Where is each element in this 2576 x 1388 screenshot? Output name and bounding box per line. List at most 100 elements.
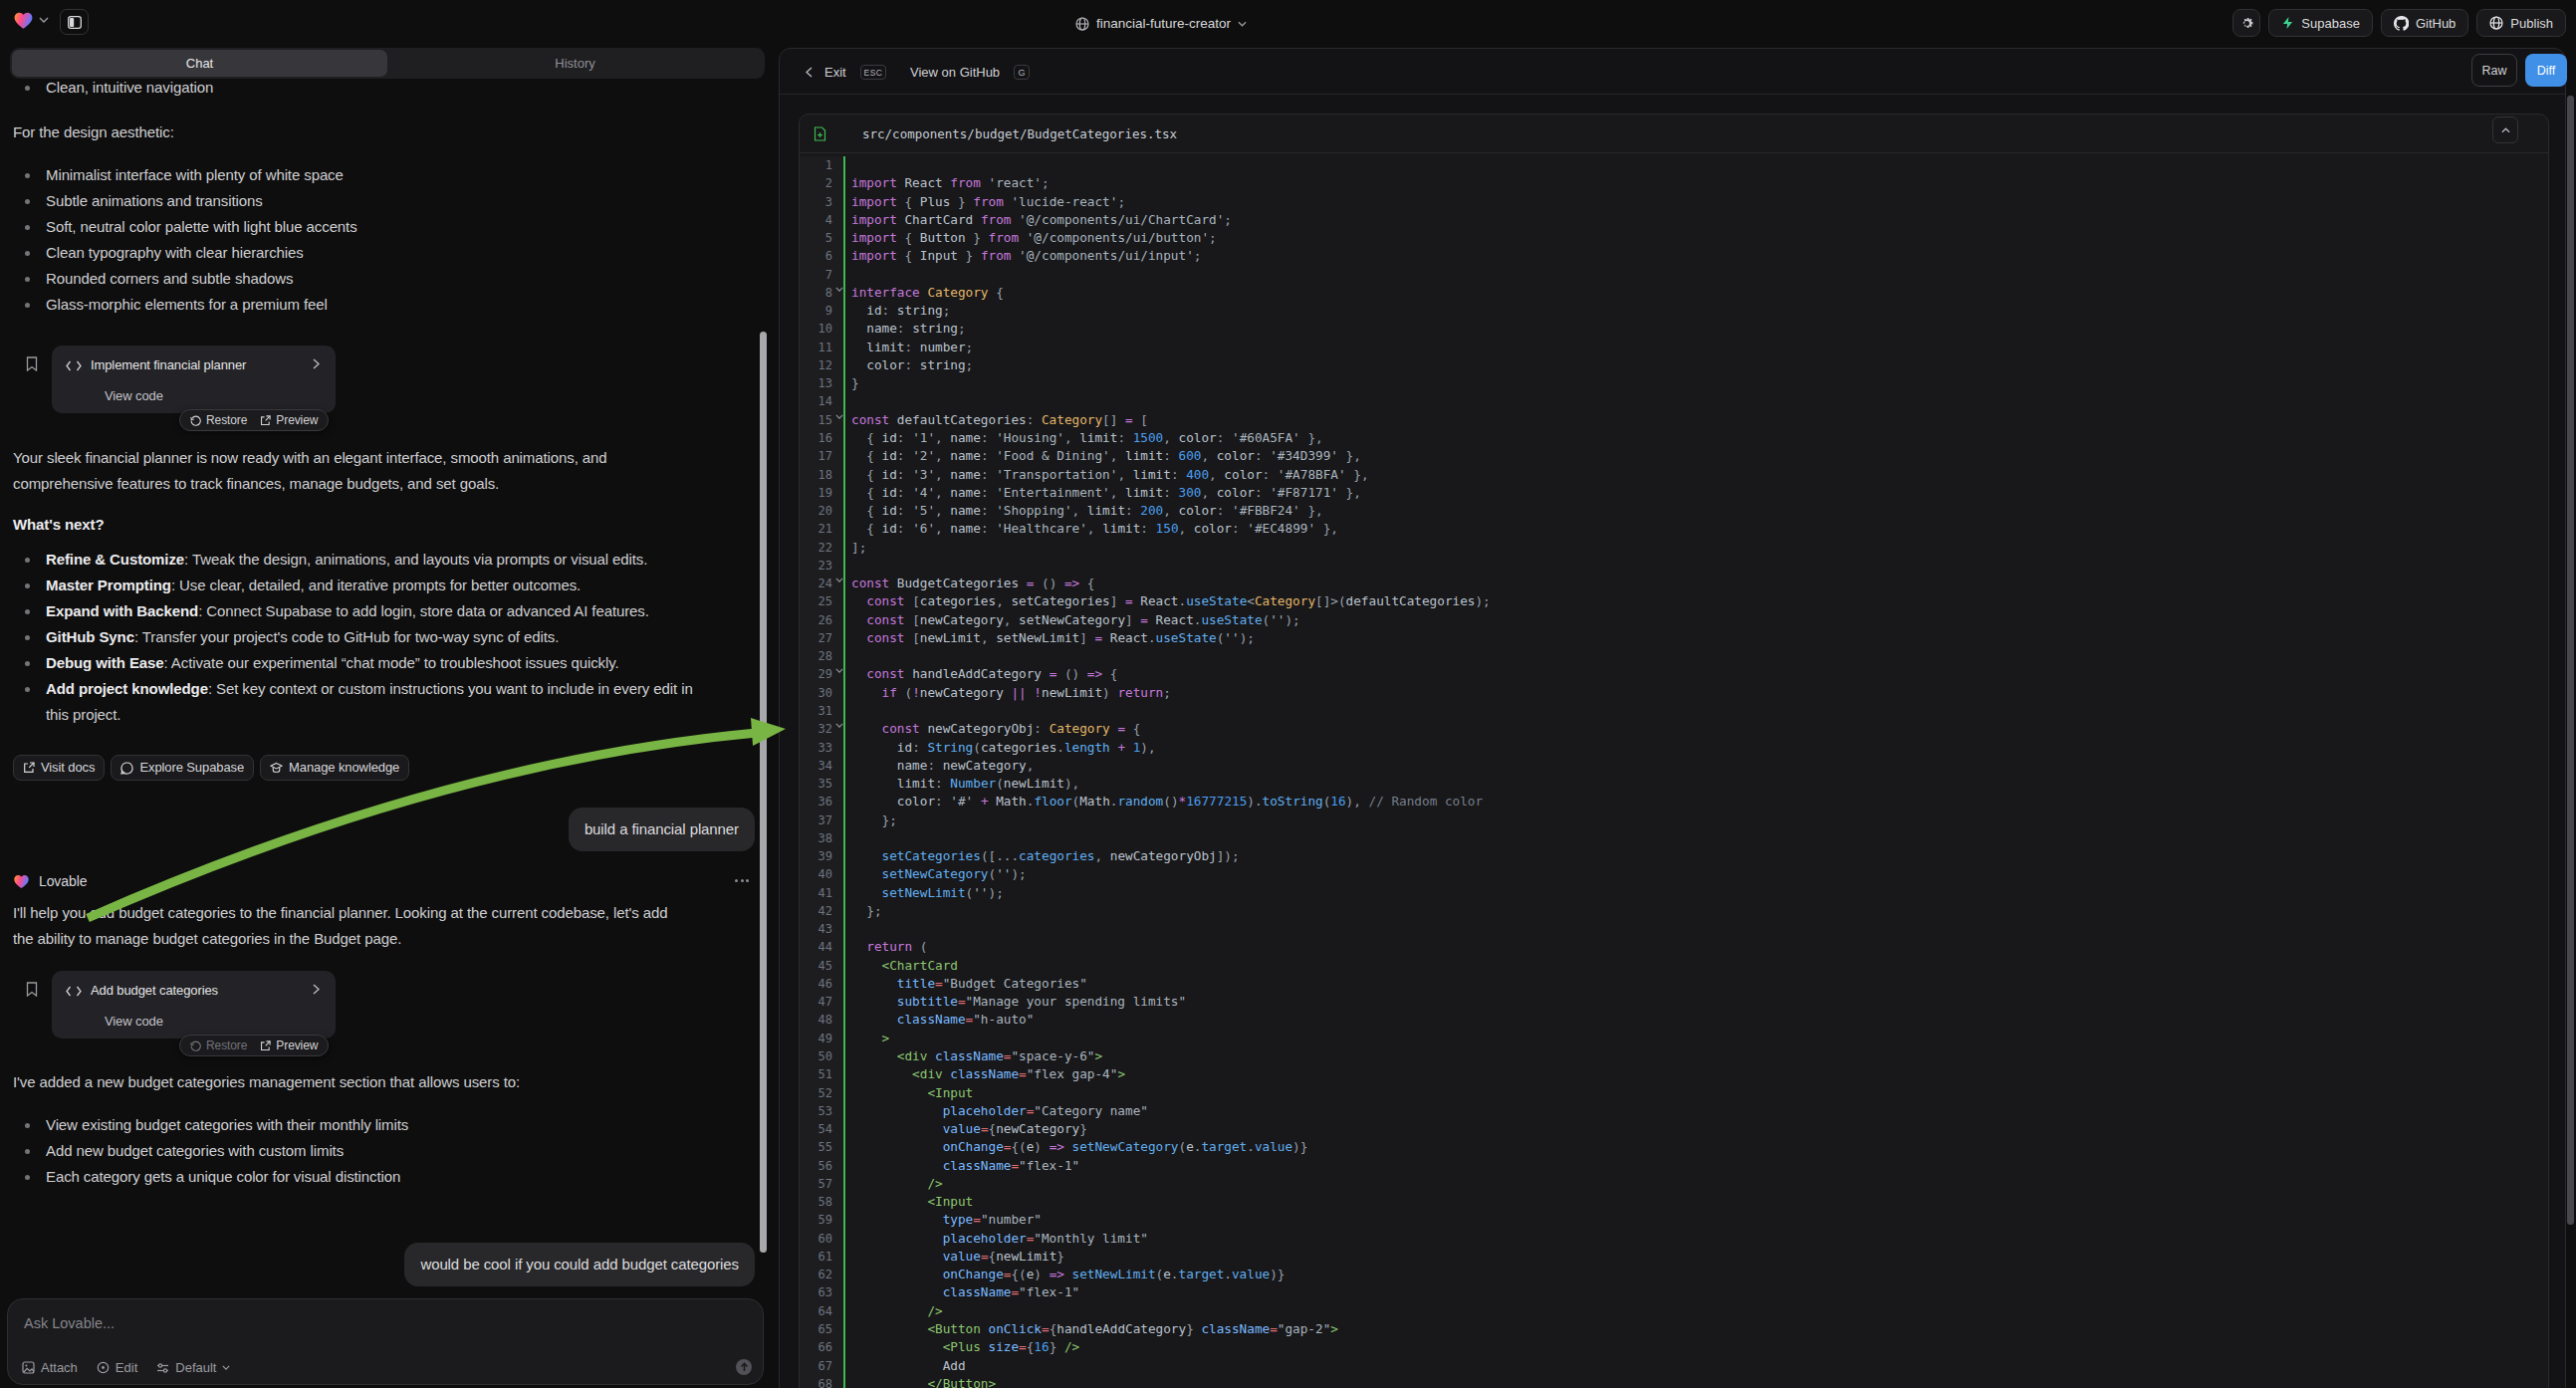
view-on-github-button[interactable]: View on GitHub	[910, 49, 1000, 95]
sidebar-toggle-button[interactable]	[60, 9, 89, 35]
lovable-logo-icon[interactable]	[13, 10, 34, 30]
visit-docs-button[interactable]: Visit docs	[13, 755, 105, 781]
exit-chevron-icon	[806, 49, 813, 95]
restore-button[interactable]: Restore	[190, 407, 247, 433]
restore-preview-pill: Restore Preview	[179, 1035, 329, 1056]
preview-button[interactable]: Preview	[260, 407, 318, 433]
project-switcher[interactable]: financial-future-creator	[1075, 0, 1247, 47]
line-number: 24	[800, 575, 843, 592]
list-item: Subtle animations and transitions	[13, 188, 755, 214]
code-line: 26 const [newCategory, setNewCategory] =…	[800, 611, 2548, 629]
github-icon	[2394, 16, 2409, 31]
line-number: 37	[800, 811, 843, 829]
target-icon	[97, 1361, 110, 1374]
project-title: financial-future-creator	[1096, 16, 1231, 31]
bullet-list: View existing budget categories with the…	[13, 1112, 755, 1190]
bookmark-icon[interactable]	[26, 982, 38, 997]
line-number: 26	[800, 611, 843, 629]
logo-chevron-down-icon[interactable]	[39, 17, 49, 23]
send-button[interactable]	[736, 1359, 752, 1375]
assistant-header: Lovable	[13, 868, 755, 894]
arrow-up-icon	[740, 1362, 749, 1372]
version-card-implement-financial-planner[interactable]: Implement financial planner View code Re…	[52, 346, 336, 413]
line-number: 29	[800, 665, 843, 683]
manage-knowledge-button[interactable]: Manage knowledge	[260, 755, 409, 781]
supabase-icon	[2281, 16, 2294, 30]
gear-icon	[2239, 16, 2254, 31]
line-number: 30	[800, 684, 843, 702]
collapse-file-button[interactable]	[2492, 116, 2518, 143]
line-number: 19	[800, 484, 843, 502]
settings-button[interactable]	[2232, 9, 2260, 37]
file-header-row[interactable]: src/components/budget/BudgetCategories.t…	[800, 115, 2548, 153]
code-line: 40 setNewCategory('');	[800, 865, 2548, 883]
line-number: 63	[800, 1283, 843, 1301]
model-selector[interactable]: Default	[156, 1360, 230, 1375]
fold-chevron-icon	[835, 578, 843, 582]
code-line: 14	[800, 392, 2548, 410]
line-number: 67	[800, 1357, 843, 1375]
line-number: 66	[800, 1338, 843, 1356]
line-number: 4	[800, 211, 843, 229]
bullet-list: Refine & Customize: Tweak the design, an…	[13, 547, 755, 728]
list-item: Glass-morphic elements for a premium fee…	[13, 292, 755, 318]
view-code-link[interactable]: View code	[105, 383, 163, 409]
supabase-button[interactable]: Supabase	[2268, 9, 2373, 37]
code-viewer-header: Exit ESC View on GitHub G Raw Diff	[780, 49, 2565, 95]
restore-button[interactable]: Restore	[190, 1033, 247, 1058]
attach-button[interactable]: Attach	[22, 1360, 78, 1375]
list-item: Master Prompting: Use clear, detailed, a…	[13, 573, 755, 598]
line-number: 42	[800, 902, 843, 920]
exit-button[interactable]: Exit	[824, 49, 846, 95]
code-line: 25 const [categories, setCategories] = R…	[800, 592, 2548, 610]
whats-next-heading: What's next?	[13, 512, 755, 538]
code-line: 60 placeholder="Monthly limit"	[800, 1230, 2548, 1248]
chat-composer[interactable]: Ask Lovable... Attach Edit Default	[7, 1298, 764, 1385]
line-number: 20	[800, 502, 843, 520]
line-number: 48	[800, 1011, 843, 1029]
code-line: 27 const [newLimit, setNewLimit] = React…	[800, 629, 2548, 647]
line-number: 39	[800, 847, 843, 865]
line-number: 55	[800, 1138, 843, 1156]
list-item: Soft, neutral color palette with light b…	[13, 214, 755, 240]
more-options-icon[interactable]	[735, 879, 749, 882]
github-button[interactable]: GitHub	[2381, 9, 2468, 37]
globe-icon	[1075, 17, 1089, 31]
code-line: 65 <Button onClick={handleAddCategory} c…	[800, 1320, 2548, 1338]
panel-left-icon	[68, 16, 82, 29]
raw-toggle-button[interactable]: Raw	[2471, 54, 2517, 87]
code-line: 59 type="number"	[800, 1211, 2548, 1229]
bookmark-icon[interactable]	[26, 356, 38, 371]
line-number: 12	[800, 356, 843, 374]
list-item: Clean typography with clear hierarchies	[13, 240, 755, 266]
view-code-link[interactable]: View code	[105, 1009, 163, 1035]
code-line: 4import ChartCard from '@/components/ui/…	[800, 211, 2548, 229]
chat-scroll-area: Clean, intuitive navigation For the desi…	[0, 80, 772, 1388]
code-line: 66 <Plus size={16} />	[800, 1338, 2548, 1356]
tab-chat[interactable]: Chat	[12, 50, 387, 77]
code-line: 34 name: newCategory,	[800, 757, 2548, 775]
paragraph: Your sleek financial planner is now read…	[13, 445, 755, 497]
code-scrollbar[interactable]	[2567, 96, 2574, 1225]
version-card-add-budget-categories[interactable]: Add budget categories View code Restore …	[52, 971, 336, 1039]
code-line: 23	[800, 557, 2548, 575]
line-number: 64	[800, 1302, 843, 1320]
code-line: 22];	[800, 539, 2548, 557]
edit-button[interactable]: Edit	[97, 1360, 137, 1375]
code-line: 7	[800, 266, 2548, 284]
code-line: 41 setNewLimit('');	[800, 884, 2548, 902]
code-line: 13}	[800, 374, 2548, 392]
preview-button[interactable]: Preview	[260, 1033, 318, 1058]
explore-supabase-button[interactable]: Explore Supabase	[111, 755, 254, 781]
publish-button[interactable]: Publish	[2476, 9, 2566, 37]
chevron-up-icon	[2501, 127, 2510, 133]
code-line: 51 <div className="flex gap-4">	[800, 1065, 2548, 1083]
line-number: 5	[800, 229, 843, 247]
chat-scrollbar[interactable]	[760, 332, 767, 1253]
tab-history[interactable]: History	[387, 50, 763, 77]
restore-preview-pill: Restore Preview	[179, 409, 329, 431]
knowledge-icon	[270, 762, 283, 775]
line-number: 65	[800, 1320, 843, 1338]
code-line: 12 color: string;	[800, 356, 2548, 374]
diff-toggle-button[interactable]: Diff	[2525, 54, 2567, 87]
